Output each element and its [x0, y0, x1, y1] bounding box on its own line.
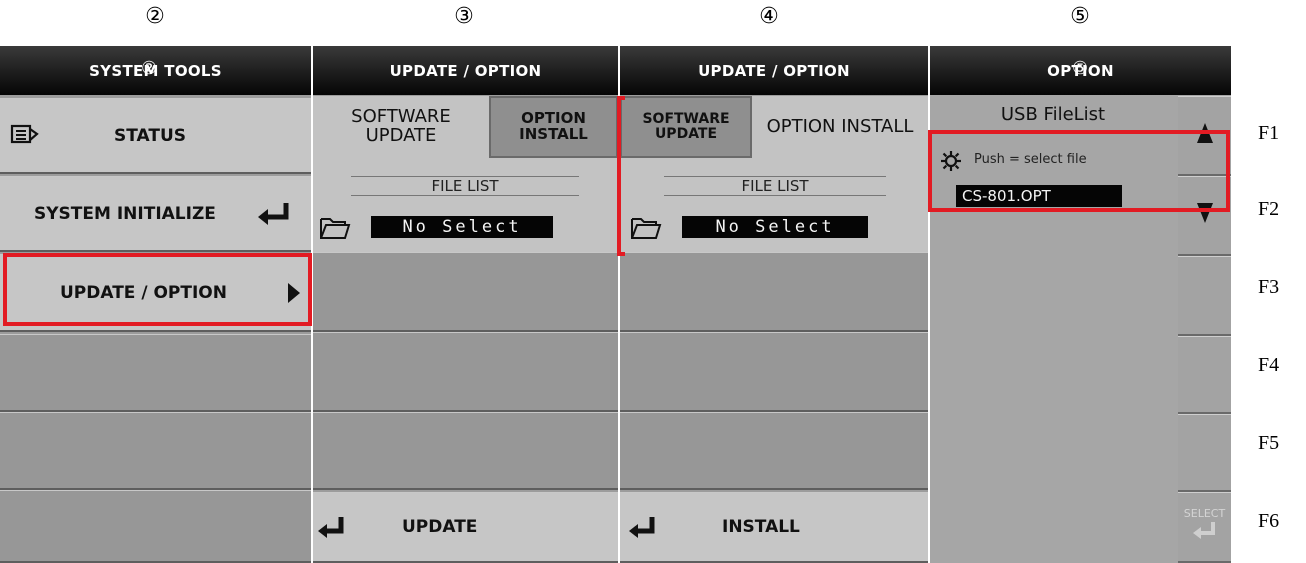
empty-softkey-4[interactable] [0, 334, 311, 412]
file-select-field[interactable]: No Select [682, 216, 868, 238]
update-option-panel-software: UPDATE / OPTION SOFTWARE UPDATE OPTION I… [313, 46, 618, 563]
empty-softkey-4[interactable] [1178, 336, 1231, 414]
step-number-4: ④ [759, 4, 779, 29]
system-initialize-button[interactable]: SYSTEM INITIALIZE [0, 176, 311, 252]
file-list-label: FILE LIST [664, 176, 886, 196]
arrow-up-icon [1196, 121, 1214, 150]
tab-option-install[interactable]: OPTION INSTALL [489, 96, 618, 158]
enter-arrow-icon [256, 201, 292, 234]
enter-arrow-icon [628, 515, 658, 546]
gear-icon [940, 150, 962, 177]
fkey-label-f3: F3 [1258, 276, 1280, 298]
empty-softkey-3[interactable] [313, 252, 618, 332]
update-option-button[interactable]: UPDATE / OPTION [0, 254, 311, 332]
select-hint: Push = select file [974, 152, 1087, 167]
file-list-area: USB FileList Push = select file CS-801.O… [930, 96, 1176, 563]
fkey-label-f5: F5 [1258, 432, 1280, 454]
step-number-2: ② [145, 4, 165, 29]
folder-icon [319, 215, 351, 246]
title-overlay-number: ② [141, 58, 158, 79]
update-option-panel-option: UPDATE / OPTION SOFTWARE UPDATE OPTION I… [620, 46, 928, 563]
fkey-label-f6: F6 [1258, 510, 1280, 532]
step-number-5: ⑤ [1070, 4, 1090, 29]
usb-filelist-title: USB FileList [1000, 104, 1106, 125]
install-label: INSTALL [722, 517, 800, 537]
arrow-down-icon [1196, 201, 1214, 230]
panel-title: UPDATE / OPTION [313, 46, 618, 95]
select-button[interactable]: SELECT [1178, 492, 1231, 563]
empty-softkey-5[interactable] [313, 412, 618, 490]
select-label: SELECT [1183, 507, 1226, 520]
empty-softkey-5[interactable] [620, 412, 928, 490]
scroll-down-button[interactable] [1178, 176, 1231, 256]
empty-softkey-6[interactable] [0, 490, 311, 563]
folder-icon [630, 215, 662, 246]
system-initialize-label: SYSTEM INITIALIZE [34, 203, 216, 224]
tab-option-install[interactable]: OPTION INSTALL [752, 96, 928, 158]
option-filelist-panel: OPTION ⑤ USB FileList Push = select file… [930, 46, 1231, 563]
update-option-label: UPDATE / OPTION [60, 282, 227, 303]
empty-softkey-4[interactable] [313, 332, 618, 412]
empty-softkey-3[interactable] [1178, 256, 1231, 336]
file-select-field[interactable]: No Select [371, 216, 553, 238]
empty-softkey-3[interactable] [620, 252, 928, 332]
tab-software-update[interactable]: SOFTWARE UPDATE [313, 96, 489, 158]
scroll-up-button[interactable] [1178, 96, 1231, 176]
step-number-3: ③ [454, 4, 474, 29]
title-overlay-number: ⑤ [1072, 58, 1089, 79]
empty-softkey-5[interactable] [1178, 414, 1231, 492]
status-button[interactable]: STATUS [0, 98, 311, 174]
enter-arrow-icon [317, 515, 347, 546]
file-area: SOFTWARE UPDATE OPTION INSTALL FILE LIST… [313, 96, 618, 252]
enter-arrow-icon [1192, 520, 1218, 547]
system-tools-panel: SYSTEM TOOLS ② STATUS SYSTEM INITIALIZE … [0, 46, 311, 563]
empty-softkey-5[interactable] [0, 412, 311, 490]
panel-title: UPDATE / OPTION [620, 46, 928, 95]
fkey-label-f1: F1 [1258, 122, 1280, 144]
install-button[interactable]: INSTALL [620, 492, 928, 563]
fkey-label-f2: F2 [1258, 198, 1280, 220]
fkey-label-f4: F4 [1258, 354, 1280, 376]
file-list-label: FILE LIST [351, 176, 579, 196]
list-icon [10, 123, 40, 152]
update-button[interactable]: UPDATE [313, 492, 618, 563]
scroll-column: SELECT [1178, 96, 1231, 563]
empty-softkey-4[interactable] [620, 332, 928, 412]
update-label: UPDATE [402, 517, 478, 537]
tab-software-update[interactable]: SOFTWARE UPDATE [620, 96, 752, 158]
file-list-item[interactable]: CS-801.OPT [956, 185, 1122, 207]
play-right-icon [286, 281, 302, 310]
file-area: SOFTWARE UPDATE OPTION INSTALL FILE LIST… [620, 96, 928, 252]
status-label: STATUS [114, 125, 187, 146]
